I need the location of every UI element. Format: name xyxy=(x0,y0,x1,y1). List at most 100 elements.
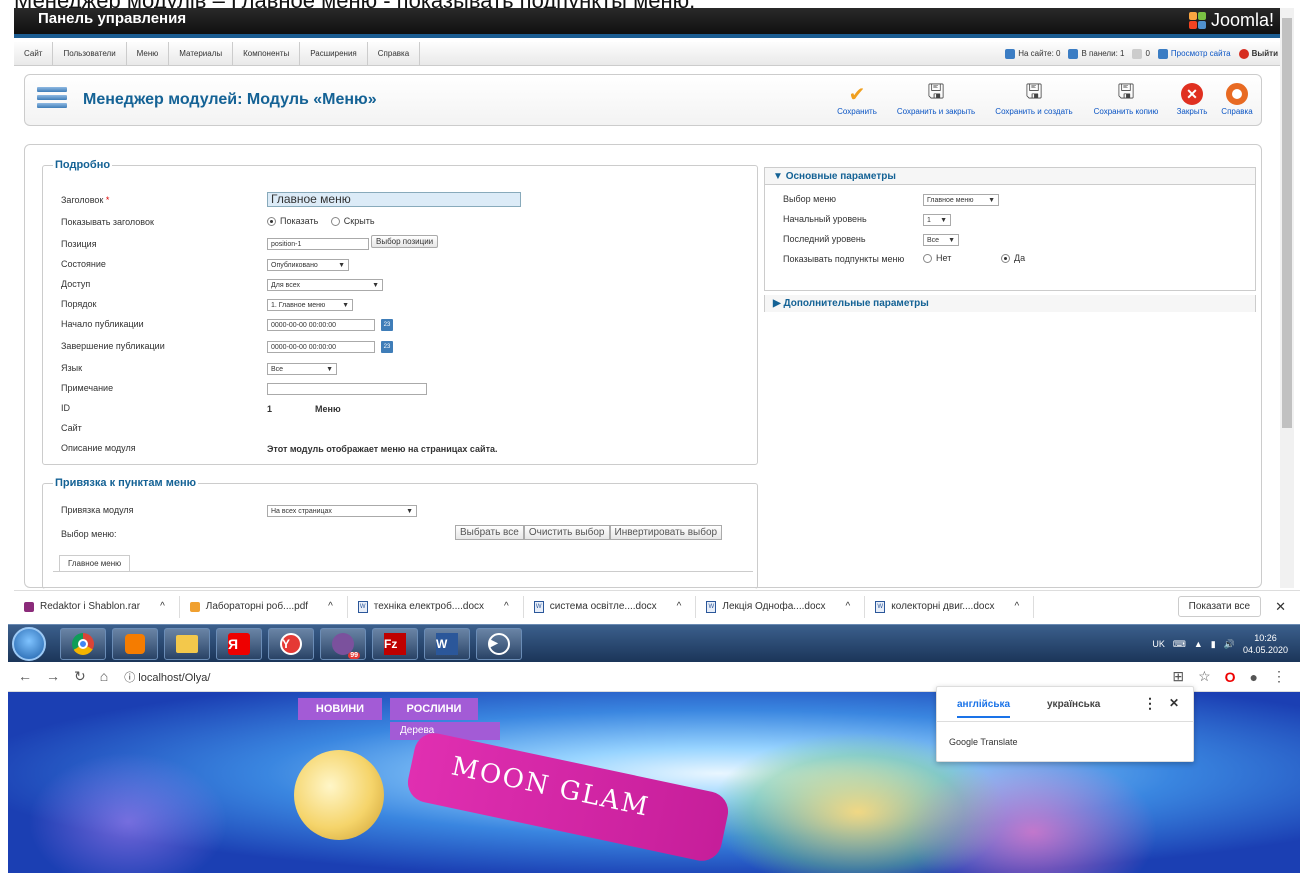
show-title-hide-radio[interactable] xyxy=(330,217,340,227)
order-select[interactable]: 1. Главное меню ▼ xyxy=(267,299,353,311)
publish-down-input[interactable]: 0000-00-00 00:00:00 xyxy=(267,341,375,353)
menu-item-extensions[interactable]: Расширения xyxy=(300,41,368,66)
menu-item-site[interactable]: Сайт xyxy=(14,41,54,66)
id-label: ID xyxy=(61,403,70,413)
floppy-icon: 🖫 xyxy=(927,81,945,103)
start-level-select[interactable]: 1 ▼ xyxy=(923,214,951,226)
basic-params-header[interactable]: ▼ Основные параметры xyxy=(765,168,1255,185)
download-item[interactable]: Wколекторні двиг....docx ^ xyxy=(865,595,1035,618)
close-button[interactable]: ✕ Закрыть xyxy=(1169,81,1215,116)
show-subitems-yes[interactable]: Да xyxy=(1001,253,1025,264)
close-icon[interactable]: ✕ xyxy=(1169,696,1179,710)
position-label: Позиция xyxy=(61,239,97,249)
menu-icon[interactable]: ⋮ xyxy=(1272,668,1286,685)
invert-selection-button[interactable]: Инвертировать выбор xyxy=(609,525,723,540)
language-select[interactable]: Все ▼ xyxy=(267,363,337,375)
save-close-button[interactable]: 🖫 Сохранить и закрыть xyxy=(887,81,985,116)
help-button[interactable]: Справка xyxy=(1215,81,1259,116)
network-icon[interactable]: ▮ xyxy=(1211,639,1216,650)
windows-taskbar: Я Y 99 Fz W ▶ UK ⌨ ▲ ▮ 🔊 10:26 04.05.2020 xyxy=(8,624,1300,662)
menu-item-users[interactable]: Пользователи xyxy=(53,41,127,66)
filezilla-taskbar-icon[interactable]: Fz xyxy=(372,628,418,660)
note-input[interactable] xyxy=(267,383,427,395)
calendar-icon[interactable]: 23 xyxy=(381,341,393,353)
home-icon[interactable]: ⌂ xyxy=(100,668,108,685)
users-icon xyxy=(1068,48,1079,59)
show-subitems-yes-radio[interactable] xyxy=(1001,254,1010,264)
position-input[interactable]: position-1 xyxy=(267,238,369,250)
close-icon[interactable]: ✕ xyxy=(1275,599,1286,615)
opera-icon[interactable]: O xyxy=(1225,669,1236,685)
show-title-show-radio[interactable] xyxy=(267,217,276,227)
show-title-radios: Показать Скрыть xyxy=(267,216,375,227)
translate-tab-english[interactable]: англійська xyxy=(957,699,1011,718)
title-input[interactable]: Главное меню xyxy=(267,192,521,207)
end-level-select[interactable]: Все ▼ xyxy=(923,234,959,246)
show-subitems-no[interactable]: Нет xyxy=(923,253,951,264)
download-item[interactable]: Wсистема освітле....docx ^ xyxy=(524,595,697,618)
more-options-icon[interactable]: ⋮ xyxy=(1143,695,1157,712)
save-new-button[interactable]: 🖫 Сохранить и создать xyxy=(985,81,1083,116)
reload-icon[interactable]: ↻ xyxy=(74,668,86,685)
logout-link[interactable]: Выйти xyxy=(1238,48,1278,59)
download-item[interactable]: Wтехніка електроб....docx ^ xyxy=(348,595,524,618)
profile-icon[interactable]: ● xyxy=(1250,669,1258,685)
select-position-button[interactable]: Выбор позиции xyxy=(371,235,439,248)
start-button[interactable] xyxy=(12,627,46,661)
nav-plants[interactable]: РОСЛИНИ xyxy=(390,698,478,720)
menu-select[interactable]: Главное меню ▼ xyxy=(923,194,999,206)
state-select[interactable]: Опубликовано ▼ xyxy=(267,259,349,271)
advanced-params-header[interactable]: ▶ Дополнительные параметры xyxy=(765,295,1255,312)
scrollbar-thumb[interactable] xyxy=(1282,18,1292,428)
menu-item-components[interactable]: Компоненты xyxy=(233,41,301,66)
joomla-logo: Joomla! xyxy=(1188,10,1274,31)
address-bar[interactable]: ⓘ localhost/Olya/ xyxy=(124,669,210,685)
menu-item-content[interactable]: Материалы xyxy=(169,41,234,66)
show-subitems-no-radio[interactable] xyxy=(923,254,932,264)
volume-icon[interactable]: 🔊 xyxy=(1224,639,1235,650)
system-tray: UK ⌨ ▲ ▮ 🔊 10:26 04.05.2020 xyxy=(1152,627,1288,661)
yandex-taskbar-icon[interactable]: Я xyxy=(216,628,262,660)
clear-selection-button[interactable]: Очистить выбор xyxy=(523,525,610,540)
forward-icon[interactable]: → xyxy=(46,668,60,685)
media-taskbar-icon[interactable] xyxy=(112,628,158,660)
download-item[interactable]: W Лекція Однофа....docx ^ xyxy=(696,595,866,618)
download-item[interactable]: Лабораторні роб....pdf ^ xyxy=(180,595,348,618)
back-icon[interactable]: ← xyxy=(18,668,32,685)
show-all-downloads-button[interactable]: Показати все xyxy=(1177,596,1262,617)
calendar-icon[interactable]: 23 xyxy=(381,319,393,331)
mail-icon xyxy=(1132,48,1143,59)
copy-icon: 🖫 xyxy=(1117,81,1135,103)
viber-taskbar-icon[interactable]: 99 xyxy=(320,628,366,660)
description-label: Описание модуля xyxy=(61,443,136,453)
yandex-browser-taskbar-icon[interactable]: Y xyxy=(268,628,314,660)
menu-select-label: Выбор меню xyxy=(783,194,837,204)
menu-item-menus[interactable]: Меню xyxy=(127,41,170,66)
select-all-button[interactable]: Выбрать все xyxy=(455,525,524,540)
download-item[interactable]: Redaktor i Shablon.rar ^ xyxy=(14,595,180,618)
explorer-taskbar-icon[interactable] xyxy=(164,628,210,660)
tray-expand-icon[interactable]: ▲ xyxy=(1194,639,1203,649)
view-site-link[interactable]: Просмотр сайта xyxy=(1157,48,1231,59)
access-select[interactable]: Для всех ▼ xyxy=(267,279,383,291)
module-assignment-select[interactable]: На всех страницах ▼ xyxy=(267,505,417,517)
clock[interactable]: 10:26 04.05.2020 xyxy=(1243,632,1288,656)
publish-up-input[interactable]: 0000-00-00 00:00:00 xyxy=(267,319,375,331)
save-copy-button[interactable]: 🖫 Сохранить копию xyxy=(1083,81,1169,116)
page-scrollbar[interactable] xyxy=(1280,8,1294,588)
save-button[interactable]: ✔ Сохранить xyxy=(827,81,887,117)
start-level-label: Начальный уровень xyxy=(783,214,867,224)
translate-icon[interactable]: ⊞ xyxy=(1172,668,1184,685)
monitor-icon xyxy=(1157,48,1168,59)
tab-main-menu[interactable]: Главное меню xyxy=(59,555,131,571)
chrome-taskbar-icon[interactable] xyxy=(60,628,106,660)
player-taskbar-icon[interactable]: ▶ xyxy=(476,628,522,660)
bookmark-star-icon[interactable]: ☆ xyxy=(1198,668,1211,685)
nav-news[interactable]: НОВИНИ xyxy=(298,698,382,720)
word-taskbar-icon[interactable]: W xyxy=(424,628,470,660)
chevron-down-icon: ▼ xyxy=(342,301,349,309)
language-indicator[interactable]: UK xyxy=(1152,639,1165,649)
menu-item-help[interactable]: Справка xyxy=(368,41,421,66)
translate-tab-ukrainian[interactable]: українська xyxy=(1047,699,1100,710)
messages-count[interactable]: 0 xyxy=(1132,48,1150,59)
